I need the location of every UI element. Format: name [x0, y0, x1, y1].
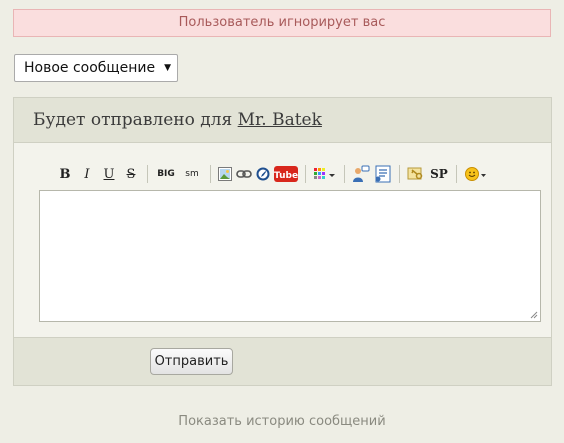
toolbar-separator: [344, 165, 345, 183]
quote-user-icon[interactable]: [352, 164, 370, 184]
recipient-link[interactable]: Mr. Batek: [238, 110, 322, 130]
big-text-button[interactable]: BIG: [155, 164, 177, 184]
smiley-icon[interactable]: [464, 164, 488, 184]
ignore-alert: Пользователь игнорирует вас: [13, 9, 551, 37]
send-button[interactable]: Отправить: [150, 348, 233, 375]
ignore-alert-text: Пользователь игнорирует вас: [178, 15, 386, 30]
message-type-select[interactable]: Новое сообщение ▼: [14, 54, 178, 82]
dropdown-arrow-icon: ▼: [164, 63, 171, 73]
quote-text-icon[interactable]: [374, 164, 392, 184]
toolbar-separator: [147, 165, 148, 183]
toolbar-separator: [305, 165, 306, 183]
color-grid-icon[interactable]: [313, 164, 337, 184]
show-history-link[interactable]: Показать историю сообщений: [0, 414, 564, 429]
compose-panel: Будет отправлено для Mr. Batek B I U S B…: [13, 97, 552, 386]
strikethrough-button[interactable]: S: [122, 164, 140, 184]
toolbar-separator: [210, 165, 211, 183]
compose-header-prefix: Будет отправлено для: [33, 110, 233, 130]
message-type-selected: Новое сообщение: [24, 60, 156, 76]
link-icon[interactable]: [236, 164, 252, 184]
bold-button[interactable]: B: [56, 164, 74, 184]
flash-icon[interactable]: [256, 164, 270, 184]
image-icon[interactable]: [218, 164, 232, 184]
toolbar-separator: [399, 165, 400, 183]
resize-grip-icon[interactable]: [530, 311, 538, 319]
message-textarea[interactable]: [39, 190, 541, 322]
hide-key-icon[interactable]: [407, 164, 425, 184]
small-text-button[interactable]: sm: [181, 164, 203, 184]
compose-header: Будет отправлено для Mr. Batek: [14, 98, 551, 143]
compose-footer: Отправить: [14, 337, 551, 385]
youtube-icon-label: Tube: [274, 171, 298, 181]
italic-button[interactable]: I: [78, 164, 96, 184]
toolbar-separator: [456, 165, 457, 183]
underline-button[interactable]: U: [100, 164, 118, 184]
spoiler-button[interactable]: SP: [429, 164, 449, 184]
youtube-icon[interactable]: Tube: [274, 164, 298, 184]
editor-toolbar: B I U S BIG sm Tube SP: [56, 163, 492, 185]
